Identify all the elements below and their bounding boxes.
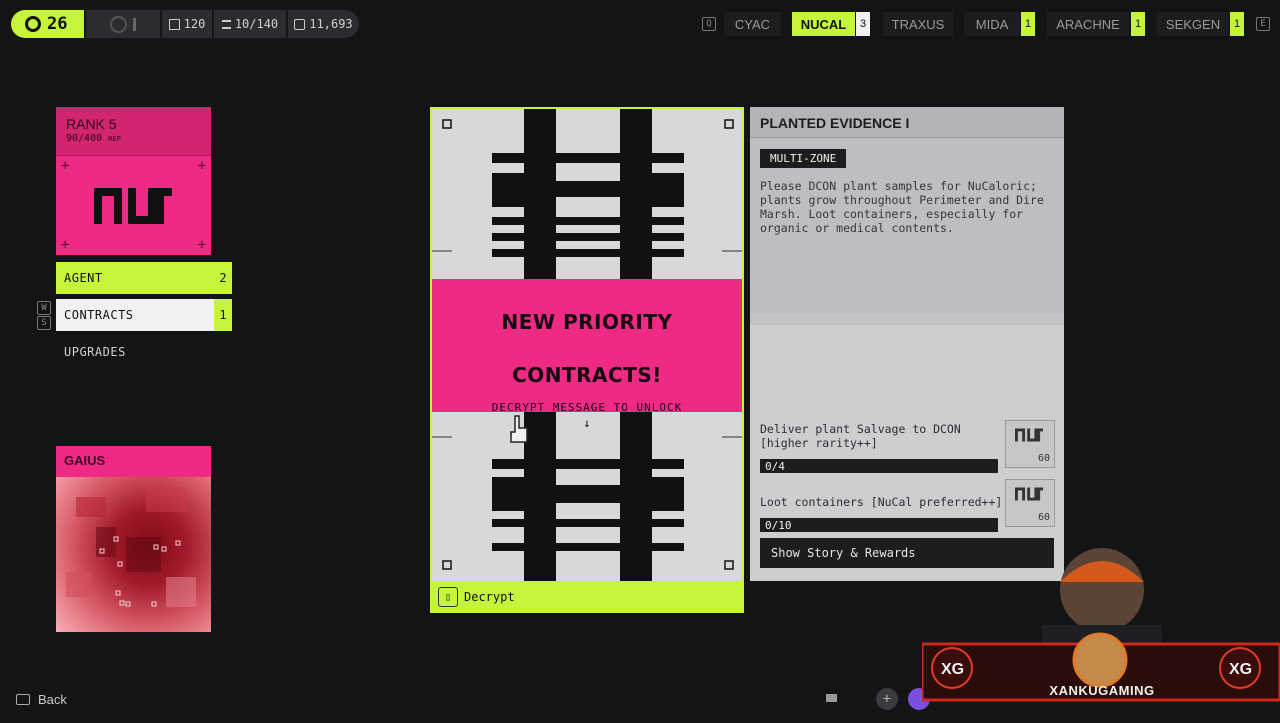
banner-headline-2: CONTRACTS! [512,363,662,387]
crate-icon [168,18,180,30]
nucal-rep-icon [1015,428,1043,442]
svg-text:XG: XG [1229,661,1252,678]
item-circle-icon [110,15,127,33]
faction-tab-mida[interactable]: MIDA [964,12,1020,36]
objective-1-reward-value: 60 [1037,453,1050,464]
crate-count: 120 [183,17,206,31]
menu-upgrades[interactable]: UPGRADES [56,336,214,368]
hand-cursor-icon [510,415,528,443]
faction-tab-traxus[interactable]: TRAXUS [883,12,953,36]
menu-agent-count: 2 [214,262,232,294]
key-w-hint: W [37,301,51,315]
crate-stat: 120 [162,10,212,38]
panel-glitch-strip [750,313,1064,325]
menu-contracts[interactable]: CONTRACTS [56,299,214,331]
svg-text:XG: XG [941,661,964,678]
credits-icon [294,18,306,30]
level-ring-icon [25,16,41,32]
faction-badge-sekgen: 1 [1230,12,1244,36]
banner-headline-1: NEW PRIORITY [501,310,673,334]
handler-portrait [56,477,211,632]
add-squad-icon[interactable]: + [876,688,898,710]
faction-logo-panel: + + + + [56,155,211,255]
stash-count: 10/140 [234,17,279,31]
back-button[interactable]: Back [16,692,67,707]
objective-1-reward: 60 [1005,420,1055,468]
rank-rep-value: 90/400 [66,133,103,144]
nucal-rep-icon [1015,487,1043,501]
contract-details-panel: PLANTED EVIDENCE I MULTI-ZONE Please DCO… [750,107,1064,581]
objective-1-text: Deliver plant Salvage to DCON [higher ra… [760,422,961,450]
chat-icon[interactable] [826,694,837,702]
objective-1-progress: 0/4 [760,459,998,473]
credits-stat: 11,693 [288,10,359,38]
banner-subtext: DECRYPT MESSAGE TO UNLOCK [491,401,683,414]
contract-description: Please DCON plant samples for NuCaloric;… [760,179,1044,235]
stash-icon [221,19,231,29]
faction-badge-arachne: 1 [1131,12,1145,36]
objective-2-text: Loot containers [NuCal preferred++] [760,495,1003,509]
corner-plus-icon: + [61,158,70,174]
equipped-item-slot[interactable] [86,10,160,38]
back-key-icon [16,694,30,705]
rank-title: RANK 5 [66,116,117,132]
corner-plus-icon: + [61,237,70,253]
next-faction-key[interactable]: E [1256,17,1270,31]
objective-1-line-1: Deliver plant Salvage to DCON [760,422,961,436]
menu-agent[interactable]: AGENT [56,262,214,294]
objective-1-line-2: [higher rarity++] [760,436,878,450]
faction-tab-arachne[interactable]: ARACHNE [1047,12,1129,36]
story-button-label: Show Story & Rewards [771,546,916,560]
handler-name: GAIUS [56,446,211,477]
item-bar-icon [133,17,136,31]
priority-banner: NEW PRIORITY CONTRACTS! DECRYPT MESSAGE … [432,279,742,430]
corner-plus-icon: + [197,158,206,174]
player-level-badge: 26 [11,10,84,38]
key-s-hint: S [37,316,51,330]
mouse-click-icon: ▯ [438,587,458,607]
faction-tab-sekgen[interactable]: SEKGEN [1157,12,1229,36]
player-level: 26 [47,14,68,34]
handler-glitch-overlay [66,487,196,607]
streamer-name: XANKUGAMING [1049,683,1155,698]
nucal-logo-icon [94,188,172,224]
prev-faction-key[interactable]: Q [702,17,716,31]
faction-tab-cyac[interactable]: CYAC [724,12,781,36]
corner-plus-icon: + [197,237,206,253]
back-label: Back [38,692,67,707]
faction-badge-nucal: 3 [856,12,870,36]
decrypt-label: Decrypt [464,590,515,604]
faction-badge-mida: 1 [1021,12,1035,36]
menu-contracts-count: 1 [214,299,232,331]
rank-rep-label: REP [108,135,121,143]
faction-tab-nucal[interactable]: NUCAL [792,12,855,36]
priority-contract-card[interactable]: NEW PRIORITY CONTRACTS! DECRYPT MESSAGE … [430,107,744,613]
down-arrow-icon: ↓ [583,416,591,430]
credits-count: 11,693 [309,17,353,31]
contract-title: PLANTED EVIDENCE I [750,107,1064,138]
stash-stat: 10/140 [214,10,286,38]
decrypt-button[interactable]: ▯ Decrypt [432,583,742,611]
zone-tag: MULTI-ZONE [760,149,847,168]
rank-header: RANK 5 90/400 REP [56,107,211,155]
streamer-webcam-overlay: XG XG XANKUGAMING [920,520,1280,720]
